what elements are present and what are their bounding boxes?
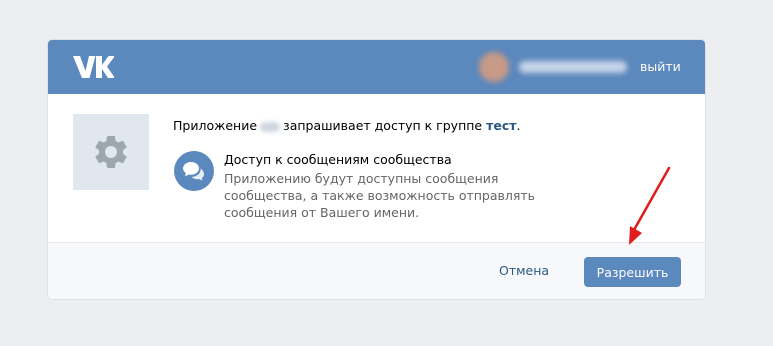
dialog-header: выйти <box>48 40 705 94</box>
group-link[interactable]: тест <box>486 118 516 133</box>
permission-title: Доступ к сообщениям сообщества <box>224 152 452 167</box>
app-icon <box>73 114 149 190</box>
logout-link[interactable]: выйти <box>640 59 681 75</box>
dialog-footer: Отмена Разрешить <box>48 242 705 299</box>
request-middle: запрашивает доступ к группе <box>283 118 483 133</box>
user-profile[interactable] <box>477 49 635 85</box>
access-request-text: Приложение запрашивает доступ к группе те… <box>173 117 520 134</box>
gear-icon <box>95 135 127 168</box>
cancel-button[interactable]: Отмена <box>499 263 549 279</box>
request-prefix: Приложение <box>173 118 258 133</box>
app-name-redacted <box>260 121 281 132</box>
permission-description: Приложению будут доступны сообщения сооб… <box>224 171 536 220</box>
user-name-redacted <box>519 61 627 73</box>
avatar[interactable] <box>479 52 509 82</box>
request-punct: . <box>516 118 521 133</box>
permission-icon <box>174 151 214 191</box>
messages-icon <box>183 162 204 181</box>
vk-logo[interactable] <box>72 55 114 79</box>
auth-dialog: выйти Приложение запрашивает доступ к гру… <box>48 40 705 299</box>
allow-button[interactable]: Разрешить <box>584 257 681 287</box>
